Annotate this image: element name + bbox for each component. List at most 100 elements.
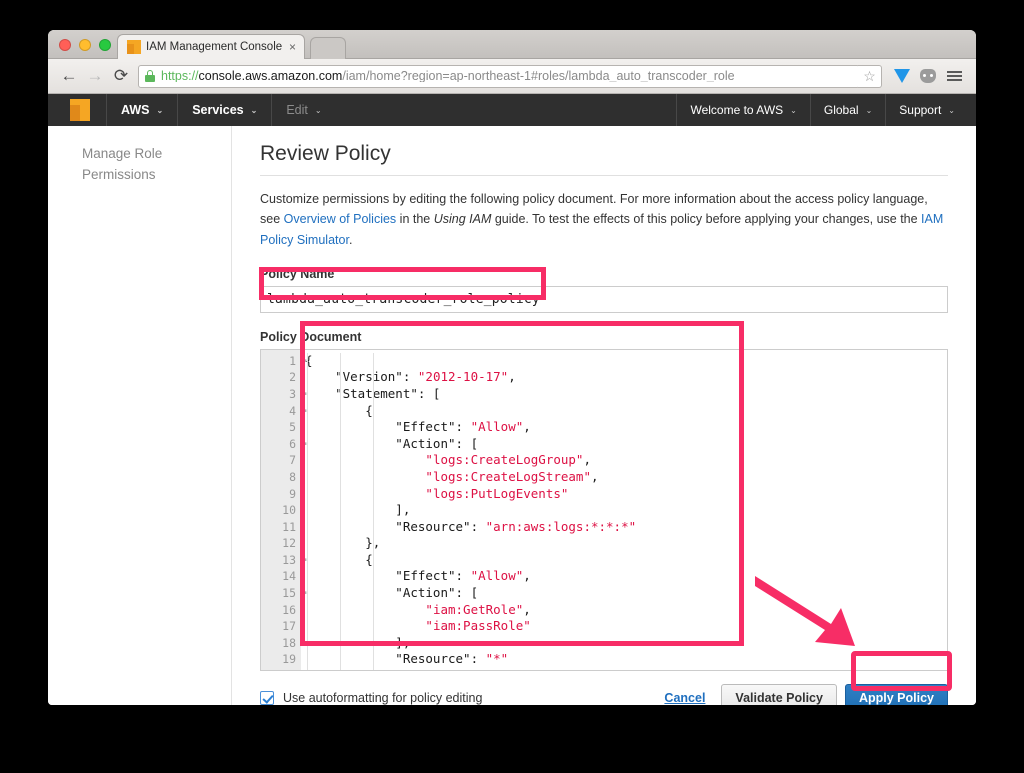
validate-policy-button[interactable]: Validate Policy	[721, 683, 837, 705]
navbar-item-welcome[interactable]: Welcome to AWS ⌄	[676, 94, 809, 126]
editor-indent-guide	[340, 352, 341, 670]
editor-line-number: 19	[282, 652, 296, 667]
browser-tab-title: IAM Management Console	[146, 41, 283, 53]
editor-code-line: "Effect": "Allow",	[305, 419, 531, 435]
editor-line-number: 4 ▬	[289, 403, 307, 418]
editor-line-number: 10	[282, 503, 296, 518]
chevron-down-icon: ⌄	[865, 105, 873, 115]
sidebar: Manage Role Permissions	[48, 126, 232, 705]
editor-line-number: 17	[282, 619, 296, 634]
browser-tab-strip: IAM Management Console ×	[48, 30, 976, 59]
maximize-window-button[interactable]	[99, 39, 111, 51]
editor-line-number: 5	[289, 420, 296, 435]
browser-tab-active[interactable]: IAM Management Console ×	[117, 34, 305, 59]
editor-code-line: "iam:PassRole"	[425, 618, 531, 634]
intro-text-2: in the	[396, 212, 434, 227]
cancel-button[interactable]: Cancel	[664, 691, 705, 705]
editor-line-number: 9	[289, 486, 296, 501]
autoformat-checkbox-row[interactable]: Use autoformatting for policy editing	[260, 691, 482, 705]
forward-icon[interactable]: →	[82, 63, 108, 89]
policy-name-label: Policy Name	[260, 266, 335, 281]
editor-code-line: "iam:GetRole",	[425, 601, 531, 617]
url-path: /iam/home?region=ap-northeast-1#roles/la…	[342, 69, 735, 83]
intro-text-4: .	[348, 232, 353, 247]
apply-policy-button[interactable]: Apply Policy	[844, 683, 948, 705]
extension-diamond-icon[interactable]	[890, 64, 914, 88]
navbar-item-edit[interactable]: Edit ⌄	[271, 94, 335, 126]
editor-line-number: 1 ▬	[289, 353, 307, 368]
navbar-item-label: Services	[192, 103, 244, 117]
chevron-down-icon: ⌄	[314, 105, 322, 115]
page-title: Review Policy	[260, 142, 948, 176]
navbar-item-global[interactable]: Global ⌄	[809, 94, 885, 126]
code-fold-icon[interactable]: ▬	[301, 389, 306, 398]
editor-code-line: {	[305, 352, 313, 368]
editor-line-number: 18	[282, 635, 296, 650]
bookmark-star-button[interactable]: ☆	[858, 64, 882, 88]
code-fold-icon[interactable]: ▬	[301, 356, 306, 365]
editor-indent-guide	[373, 352, 374, 670]
intro-paragraph: Customize permissions by editing the fol…	[260, 189, 948, 250]
editor-code-line: "Resource": "*"	[305, 651, 509, 667]
close-window-button[interactable]	[59, 39, 71, 51]
editor-line-number: 11	[282, 519, 296, 534]
editor-line-number: 7	[289, 453, 296, 468]
url-scheme: https://	[161, 69, 199, 83]
editor-code-line: ],	[305, 502, 411, 518]
navbar-item-label: Support	[899, 103, 942, 117]
editor-code-line: "Version": "2012-10-17",	[305, 369, 516, 385]
code-fold-icon[interactable]: ▬	[301, 439, 306, 448]
editor-line-number: 8	[289, 469, 296, 484]
back-icon[interactable]: ←	[56, 63, 82, 89]
reload-icon[interactable]: ⟳	[108, 63, 134, 89]
form-action-bar: Use autoformatting for policy editing Ca…	[260, 683, 948, 705]
editor-line-number: 2	[289, 370, 296, 385]
aws-logo[interactable]	[48, 94, 106, 126]
code-fold-icon[interactable]: ▬	[301, 589, 306, 598]
code-fold-icon[interactable]: ▬	[301, 555, 306, 564]
editor-line-number: 15 ▬	[282, 586, 307, 601]
browser-tab-inactive[interactable]	[310, 37, 346, 59]
editor-line-number: 3 ▬	[289, 386, 307, 401]
aws-cube-icon	[127, 40, 141, 54]
policy-document-editor[interactable]: 1 ▬ 2 3 ▬ 4 ▬ 5 6 ▬ 7 8 9 10 11 12 13 ▬ 14 15 ▬ 16 17 18 19 { "V…	[260, 348, 948, 671]
close-icon[interactable]: ×	[289, 41, 296, 53]
browser-menu-icon[interactable]	[942, 64, 966, 88]
aws-console-navbar: AWS ⌄ Services ⌄ Edit ⌄ Welcome to AWS ⌄…	[48, 94, 976, 126]
url-text: https://console.aws.amazon.com/iam/home?…	[161, 70, 735, 83]
navbar-item-label: Global	[823, 103, 859, 117]
window-traffic-lights	[59, 39, 111, 51]
navbar-right-group: Welcome to AWS ⌄ Global ⌄ Support ⌄	[676, 94, 976, 126]
editor-code-line: ],	[305, 634, 411, 650]
navbar-item-support[interactable]: Support ⌄	[885, 94, 968, 126]
editor-line-number: 14	[282, 569, 296, 584]
editor-code-line: {	[305, 402, 373, 418]
minimize-window-button[interactable]	[79, 39, 91, 51]
editor-line-number-gutter: 1 ▬ 2 3 ▬ 4 ▬ 5 6 ▬ 7 8 9 10 11 12 13 ▬ 14 15 ▬ 16 17 18 19	[261, 349, 307, 670]
page-body: Manage Role Permissions Review Policy Cu…	[48, 126, 976, 705]
autoformat-label: Use autoformatting for policy editing	[283, 691, 483, 705]
star-icon: ☆	[863, 67, 876, 84]
navbar-item-aws[interactable]: AWS ⌄	[106, 94, 177, 126]
aws-cube-logo-icon	[70, 99, 90, 121]
chevron-down-icon: ⌄	[250, 105, 258, 115]
main-content: Review Policy Customize permissions by e…	[232, 126, 976, 705]
editor-line-number: 16	[282, 602, 296, 617]
policy-name-input[interactable]: lambda_auto_transcoder_role_policy	[260, 285, 948, 313]
chevron-down-icon: ⌄	[790, 105, 797, 115]
navbar-item-services[interactable]: Services ⌄	[177, 94, 271, 126]
browser-window: IAM Management Console × ← → ⟳ https://c…	[48, 30, 976, 705]
sidebar-item-manage-role-permissions: Manage Role Permissions	[82, 146, 163, 182]
link-overview-of-policies[interactable]: Overview of Policies	[284, 212, 397, 226]
chevron-down-icon: ⌄	[948, 105, 955, 115]
intro-emphasis-using-iam: Using IAM	[433, 212, 492, 227]
code-fold-icon[interactable]: ▬	[301, 406, 306, 415]
policy-document-label: Policy Document	[260, 329, 362, 344]
editor-code-line: "Action": [	[305, 435, 479, 451]
editor-code-line: "Effect": "Allow",	[305, 568, 531, 584]
editor-code-area[interactable]: { "Version": "2012-10-17", "Statement": …	[301, 350, 947, 670]
address-bar[interactable]: https://console.aws.amazon.com/iam/home?…	[138, 64, 860, 88]
autoformat-checkbox[interactable]	[260, 691, 274, 705]
editor-line-number: 13 ▬	[282, 552, 307, 567]
extension-gray-icon[interactable]	[916, 64, 940, 88]
